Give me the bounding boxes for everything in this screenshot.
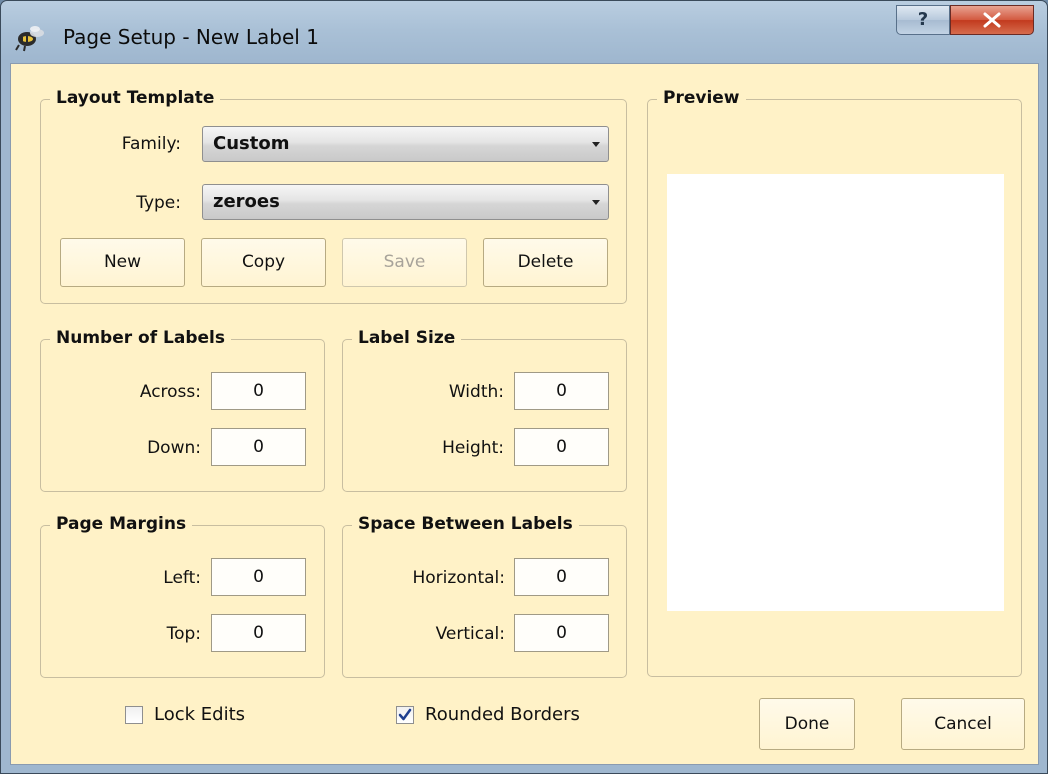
done-button[interactable]: Done bbox=[759, 698, 855, 750]
help-button[interactable]: ? bbox=[896, 5, 950, 35]
height-label: Height: bbox=[442, 438, 504, 458]
lock-edits-label[interactable]: Lock Edits bbox=[154, 704, 245, 725]
family-label: Family: bbox=[121, 134, 181, 154]
top-margin-label: Top: bbox=[166, 624, 201, 644]
label-size-title: Label Size bbox=[352, 328, 462, 348]
window-title: Page Setup - New Label 1 bbox=[63, 25, 319, 49]
across-input[interactable]: 0 bbox=[211, 372, 306, 410]
top-margin-input[interactable]: 0 bbox=[211, 614, 306, 652]
vertical-spacing-input[interactable]: 0 bbox=[514, 614, 609, 652]
height-input[interactable]: 0 bbox=[514, 428, 609, 466]
width-input[interactable]: 0 bbox=[514, 372, 609, 410]
lock-edits-checkbox[interactable] bbox=[125, 706, 143, 724]
preview-canvas bbox=[667, 174, 1004, 611]
across-label: Across: bbox=[139, 382, 201, 402]
save-button[interactable]: Save bbox=[342, 238, 467, 287]
vertical-spacing-label: Vertical: bbox=[435, 624, 505, 644]
space-between-labels-group: Space Between Labels Horizontal: 0 Verti… bbox=[342, 514, 627, 678]
layout-template-title: Layout Template bbox=[50, 88, 221, 108]
close-icon bbox=[983, 12, 1001, 28]
page-margins-group: Page Margins Left: 0 Top: 0 bbox=[40, 514, 325, 678]
copy-button[interactable]: Copy bbox=[201, 238, 326, 287]
type-label: Type: bbox=[136, 193, 181, 213]
new-button[interactable]: New bbox=[60, 238, 185, 287]
app-icon bbox=[15, 26, 44, 52]
checkmark-icon bbox=[398, 708, 412, 721]
down-label: Down: bbox=[147, 438, 201, 458]
space-between-labels-title: Space Between Labels bbox=[352, 514, 579, 534]
page-setup-window: Page Setup - New Label 1 ? Layout Templa… bbox=[0, 0, 1048, 774]
left-margin-label: Left: bbox=[163, 568, 201, 588]
title-bar[interactable]: Page Setup - New Label 1 ? bbox=[1, 1, 1047, 63]
left-margin-input[interactable]: 0 bbox=[211, 558, 306, 596]
preview-group: Preview bbox=[647, 88, 1022, 677]
number-of-labels-group: Number of Labels Across: 0 Down: 0 bbox=[40, 328, 325, 492]
horizontal-spacing-label: Horizontal: bbox=[412, 568, 505, 588]
type-value: zeroes bbox=[213, 191, 280, 212]
rounded-borders-checkbox[interactable] bbox=[396, 706, 414, 724]
cancel-button[interactable]: Cancel bbox=[901, 698, 1025, 750]
family-value: Custom bbox=[213, 133, 290, 154]
close-button[interactable] bbox=[950, 5, 1034, 35]
label-size-group: Label Size Width: 0 Height: 0 bbox=[342, 328, 627, 492]
chevron-down-icon bbox=[592, 142, 600, 147]
chevron-down-icon bbox=[592, 200, 600, 205]
help-icon: ? bbox=[917, 9, 929, 30]
page-margins-title: Page Margins bbox=[50, 514, 193, 534]
number-of-labels-title: Number of Labels bbox=[50, 328, 231, 348]
layout-template-group: Layout Template Family: Custom Type: zer… bbox=[40, 88, 627, 304]
delete-button[interactable]: Delete bbox=[483, 238, 608, 287]
type-select[interactable]: zeroes bbox=[202, 184, 609, 220]
down-input[interactable]: 0 bbox=[211, 428, 306, 466]
width-label: Width: bbox=[448, 382, 504, 402]
dialog-body: Layout Template Family: Custom Type: zer… bbox=[10, 63, 1039, 765]
preview-title: Preview bbox=[657, 88, 746, 108]
family-select[interactable]: Custom bbox=[202, 126, 609, 162]
rounded-borders-label[interactable]: Rounded Borders bbox=[425, 704, 580, 725]
horizontal-spacing-input[interactable]: 0 bbox=[514, 558, 609, 596]
